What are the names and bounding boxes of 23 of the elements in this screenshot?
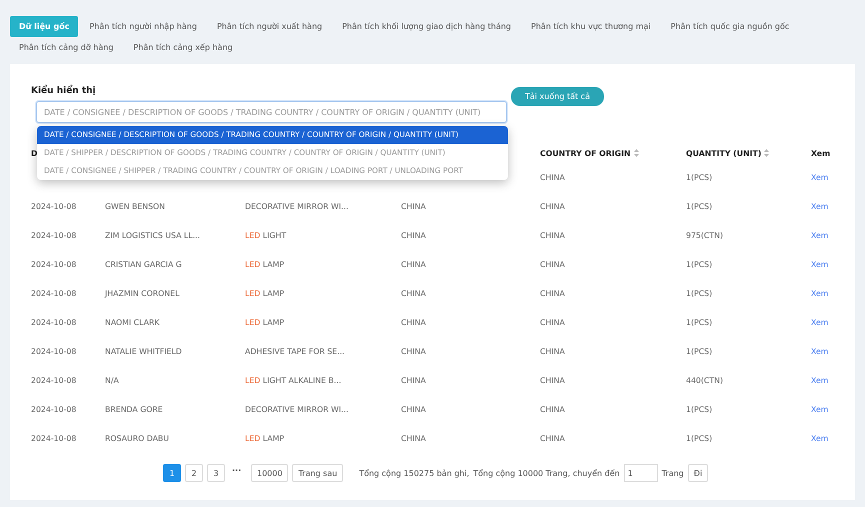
page-button[interactable]: 2 bbox=[185, 464, 203, 482]
page-button[interactable]: 3 bbox=[207, 464, 225, 482]
tab[interactable]: Phân tích khu vực thương mại bbox=[522, 16, 660, 37]
field-label: Kiểu hiển thị bbox=[31, 86, 97, 96]
tab[interactable]: Phân tích quốc gia nguồn gốc bbox=[662, 16, 798, 37]
go-button[interactable]: Đi bbox=[688, 464, 708, 482]
page-label: Trang bbox=[662, 468, 684, 478]
sort-icon[interactable] bbox=[764, 149, 770, 157]
total-pages: Tổng cộng 10000 Trang, chuyển đến bbox=[473, 468, 620, 478]
page-button[interactable]: 1 bbox=[163, 464, 181, 482]
tab[interactable]: Dữ liệu gốc bbox=[10, 16, 78, 37]
next-page-button[interactable]: Trang sau bbox=[292, 464, 344, 482]
display-mode-select[interactable]: DATE / CONSIGNEE / DESCRIPTION OF GOODS / TRADING COUNTRY / COUNTRY OF ORIGIN / QUANTITY (UNIT) bbox=[36, 101, 507, 123]
page-input[interactable]: 1 bbox=[624, 464, 658, 482]
tab[interactable]: Phân tích người nhập hàng bbox=[80, 16, 206, 37]
tab[interactable]: Phân tích khối lượng giao dịch hàng tháng bbox=[333, 16, 520, 37]
tab[interactable]: Phân tích cảng xếp hàng bbox=[124, 37, 242, 58]
total-records: Tổng cộng 150275 bản ghi, bbox=[359, 468, 470, 478]
download-all-button[interactable]: Tải xuống tất cả bbox=[511, 87, 604, 106]
sort-icon[interactable] bbox=[634, 149, 638, 157]
tab[interactable]: Phân tích cảng dỡ hàng bbox=[10, 37, 122, 58]
page-button[interactable]: 10000 bbox=[251, 464, 288, 482]
tab[interactable]: Phân tích người xuất hàng bbox=[208, 16, 332, 37]
